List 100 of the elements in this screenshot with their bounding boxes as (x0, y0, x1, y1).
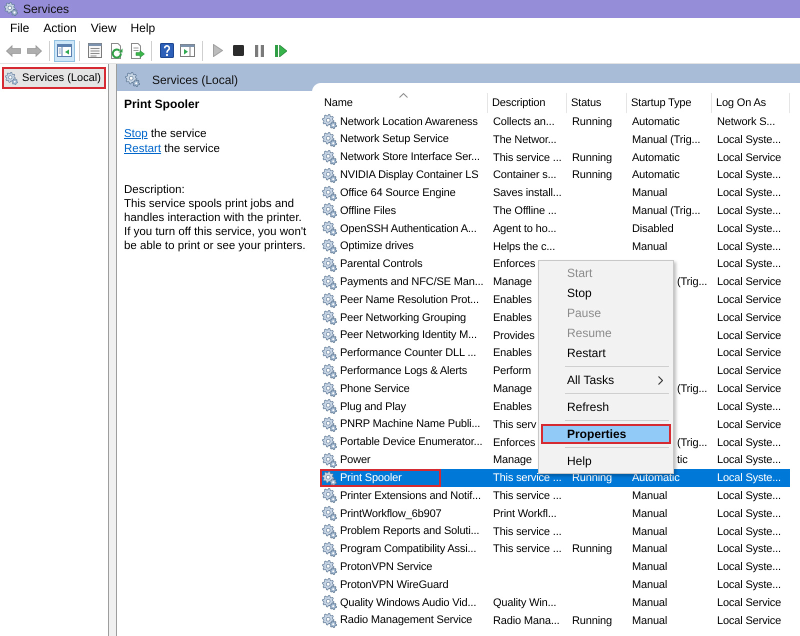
gear-icon (322, 382, 337, 397)
gear-icon (322, 364, 337, 379)
menu-item[interactable]: Help (124, 19, 162, 37)
console-tree-button[interactable] (54, 40, 75, 62)
table-cell-text: Manual (631, 488, 668, 504)
table-cell-text: Manual (631, 186, 668, 202)
table-cell-text: Running (571, 542, 613, 558)
table-cell-text: Manage (492, 382, 533, 398)
details-title: Print Spooler (124, 97, 200, 111)
table-cell-text: Local Service (716, 418, 782, 433)
gear-icon (322, 114, 337, 130)
gear-icon (322, 470, 337, 486)
table-cell-text: Enables (492, 310, 533, 326)
gear-icon (322, 506, 337, 522)
service-name: Phone Service (340, 382, 410, 397)
table-cell-text: Running (571, 114, 613, 130)
description-label: Description: (124, 183, 186, 197)
table-cell-text: Provides (492, 328, 536, 344)
service-name: Peer Networking Grouping (340, 310, 466, 326)
context-menu-item[interactable]: Refresh (541, 397, 671, 417)
context-menu-item[interactable]: All Tasks (541, 370, 671, 390)
table-cell-text: Manual (631, 560, 668, 576)
column-header[interactable]: Description (488, 93, 567, 113)
table-cell-text: Local Service (716, 614, 782, 629)
context-menu-item[interactable]: Restart (541, 343, 671, 363)
gear-icon (322, 578, 337, 593)
gear-icon (322, 488, 337, 504)
service-name: ProtonVPN Service (340, 560, 432, 575)
table-cell-text: Manual (631, 596, 668, 611)
service-name: Radio Management Service (340, 613, 472, 628)
table-cell-text: Local Syste... (716, 471, 782, 486)
action-text: Restart the service (124, 142, 221, 156)
table-cell-text: tic (676, 453, 689, 468)
gear-icon (322, 292, 337, 308)
column-header[interactable]: Startup Type (627, 93, 712, 113)
left-arrow-icon (6, 44, 21, 56)
table-cell-text: This service ... (492, 542, 563, 558)
column-header[interactable]: Name (320, 93, 488, 113)
table-cell-text: Local Syste... (716, 560, 782, 576)
gear-icon (322, 346, 337, 361)
table-cell-text: (Trig... (676, 275, 708, 290)
table-cell-text: Local Syste... (716, 240, 782, 255)
table-cell-text: (Trig... (676, 436, 708, 451)
action-link[interactable]: Restart (124, 142, 162, 154)
table-cell-text: Running (571, 471, 613, 486)
service-name: Optimize drives (340, 239, 414, 254)
service-name: Print Spooler (340, 470, 402, 486)
service-name: Plug and Play (340, 400, 406, 415)
column-header[interactable]: Log On As (712, 93, 790, 113)
table-cell-text: Local Service (716, 310, 782, 326)
service-name: Quality Windows Audio Vid... (340, 596, 476, 611)
gear-icon (322, 524, 337, 540)
gear-icon (322, 417, 337, 432)
table-cell-text: Local Service (716, 596, 782, 611)
gear-icon (322, 256, 337, 272)
service-name: PrintWorkflow_6b907 (340, 506, 442, 522)
table-cell-text: Enforces (492, 436, 536, 451)
context-menu-item[interactable]: Properties (541, 424, 671, 444)
table-cell-text: Quality Win... (492, 596, 558, 611)
table-cell-text: Enables (492, 346, 533, 362)
table-cell-text: Local Syste... (716, 400, 782, 415)
action-link[interactable]: Stop (124, 128, 148, 140)
table-cell-text: Automatic (631, 150, 681, 166)
gear-icon (322, 399, 337, 414)
description-text: This service spools print jobs and handles interaction with the printer. If you turn off this service, you won't be able to print or see your printers. (124, 197, 308, 253)
table-cell-text: This serv (492, 418, 538, 433)
table-cell-text: Local Service (716, 293, 782, 308)
column-header[interactable]: Status (567, 93, 627, 113)
table-cell-text: Running (571, 150, 613, 166)
table-cell-text: Local Service (716, 275, 782, 290)
table-cell-text: Local Syste... (716, 524, 782, 540)
table-cell-text: Manual (631, 506, 668, 522)
service-name: Network Location Awareness (340, 114, 478, 130)
table-cell-text: This service ... (492, 524, 563, 540)
table-cell-text: Local Syste... (716, 222, 782, 237)
action-text: Stop the service (124, 127, 208, 142)
menu-item[interactable]: File (3, 19, 36, 37)
table-cell-text: Helps the c... (492, 240, 556, 255)
table-cell-text: Local Syste... (716, 578, 782, 594)
selected-row[interactable]: Print Spooler This service ... Running Automatic Local Syste... (320, 469, 790, 488)
table-cell-text: This service ... (492, 471, 563, 486)
table-cell-text: Local Service (716, 328, 782, 344)
table-cell-text: Enables (492, 293, 533, 308)
panel-icon (180, 44, 195, 57)
gear-icon (322, 221, 337, 236)
table-cell-text: Container s... (492, 168, 558, 184)
menu-item[interactable]: View (84, 19, 124, 37)
window-list-icon (88, 43, 102, 58)
table-cell-text: Manual (Trig... (631, 132, 702, 148)
context-menu-item[interactable]: Help (541, 451, 671, 471)
window-icon (57, 44, 72, 57)
service-name: Offline Files (340, 204, 396, 219)
service-name: Payments and NFC/SE Man... (340, 274, 484, 290)
table-cell-text: Local Syste... (716, 204, 782, 219)
context-menu-item[interactable]: Stop (541, 283, 671, 303)
menu-item[interactable]: Action (36, 19, 84, 37)
tree-item[interactable]: Services (Local) (2, 67, 106, 89)
service-name: Portable Device Enumerator... (340, 435, 482, 450)
table-cell-text: Local Syste... (716, 186, 782, 202)
table-cell-text: Network S... (716, 114, 776, 130)
